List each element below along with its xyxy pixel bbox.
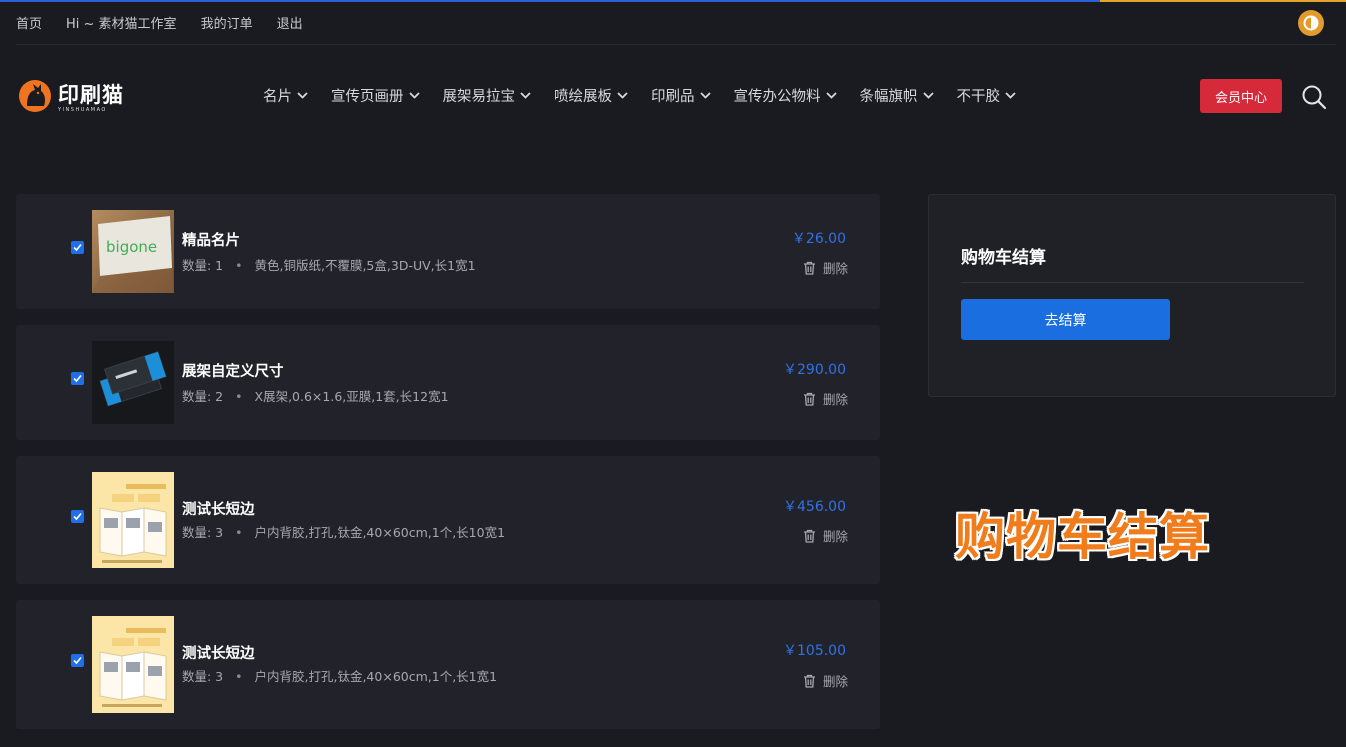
- nav-item-business-cards[interactable]: 名片: [263, 85, 308, 106]
- yellow-brochure-image: [92, 472, 174, 568]
- checkout-panel: 购物车结算 去结算: [928, 194, 1336, 397]
- chevron-down-icon: [1005, 92, 1016, 99]
- item-title: 精品名片: [182, 233, 240, 249]
- checkout-title: 购物车结算: [961, 248, 1046, 268]
- item-quantity: 数量: 3: [182, 525, 224, 540]
- trash-icon: [803, 261, 815, 275]
- product-thumbnail[interactable]: [92, 472, 174, 568]
- nav-item-label: 宣传页画册: [331, 89, 404, 105]
- nav-item-label: 印刷品: [651, 89, 695, 105]
- svg-text:bigone: bigone: [106, 238, 157, 256]
- nav-item-label: 不干胶: [956, 89, 1001, 105]
- item-price: ￥290.00: [783, 362, 846, 378]
- delete-label: 删除: [822, 529, 848, 544]
- top-link-logout[interactable]: 退出: [277, 13, 303, 32]
- item-spec: 户内背胶,打孔,钛金,40×60cm,1个,长10宽1: [254, 525, 506, 540]
- checkmark-icon: [73, 656, 82, 665]
- item-checkbox[interactable]: [71, 654, 84, 667]
- product-thumbnail[interactable]: [92, 616, 174, 713]
- yellow-brochure-image: [92, 616, 174, 713]
- nav-item-label: 名片: [263, 89, 292, 105]
- nav-item-display-stands[interactable]: 展架易拉宝: [443, 85, 532, 106]
- nav-item-office-supplies[interactable]: 宣传办公物料: [734, 85, 837, 106]
- checkmark-icon: [73, 512, 82, 521]
- logo-text: 印刷猫: [58, 82, 124, 107]
- item-checkbox[interactable]: [71, 372, 84, 385]
- cart-item: bigone 精品名片 数量: 1 • 黄色,铜版纸,不覆膜,5盒,3D-UV,长1…: [16, 194, 880, 309]
- overlay-caption: 购物车结算: [955, 508, 1210, 566]
- delete-label: 删除: [822, 674, 848, 689]
- item-meta: 数量: 3 • 户内背胶,打孔,钛金,40×60cm,1个,长10宽1: [182, 525, 506, 540]
- item-checkbox[interactable]: [71, 241, 84, 254]
- logo-subtext: YINSHUAMAO: [58, 107, 107, 113]
- item-price: ￥456.00: [783, 499, 846, 515]
- item-quantity: 数量: 3: [182, 669, 224, 684]
- nav-item-label: 宣传办公物料: [733, 89, 821, 105]
- trash-icon: [803, 529, 815, 543]
- item-meta: 数量: 2 • X展架,0.6×1.6,亚膜,1套,长12宽1: [182, 389, 449, 404]
- chevron-down-icon: [297, 92, 308, 99]
- chevron-down-icon: [922, 92, 934, 99]
- search-icon: [1302, 85, 1327, 110]
- item-spec: 户内背胶,打孔,钛金,40×60cm,1个,长1宽1: [254, 669, 498, 684]
- top-link-user-greeting[interactable]: Hi ~ 素材猫工作室: [66, 13, 177, 32]
- chevron-down-icon: [520, 92, 531, 99]
- nav-item-banners[interactable]: 条幅旗帜: [860, 85, 934, 106]
- nav-item-stickers[interactable]: 不干胶: [957, 85, 1017, 106]
- nav-item-brochures[interactable]: 宣传页画册: [331, 85, 420, 106]
- cart-item: 测试长短边 数量: 3 • 户内背胶,打孔,钛金,40×60cm,1个,长1宽1 ￥…: [16, 600, 880, 729]
- delete-button[interactable]: 删除: [803, 389, 848, 408]
- item-meta: 数量: 3 • 户内背胶,打孔,钛金,40×60cm,1个,长1宽1: [182, 669, 498, 684]
- nav-item-label: 喷绘展板: [554, 89, 612, 105]
- item-meta: 数量: 1 • 黄色,铜版纸,不覆膜,5盒,3D-UV,长1宽1: [182, 258, 476, 273]
- item-price: ￥26.00: [791, 231, 846, 247]
- delete-button[interactable]: 删除: [803, 671, 848, 690]
- nav-item-prints[interactable]: 印刷品: [651, 85, 711, 106]
- top-link-my-orders[interactable]: 我的订单: [201, 13, 253, 32]
- chevron-down-icon: [408, 92, 420, 99]
- item-quantity: 数量: 2: [182, 389, 224, 404]
- checkmark-icon: [73, 374, 82, 383]
- cart-item: 测试长短边 数量: 3 • 户内背胶,打孔,钛金,40×60cm,1个,长10宽1 …: [16, 456, 880, 584]
- delete-label: 删除: [822, 261, 848, 276]
- cat-logo-icon: [19, 80, 51, 112]
- delete-label: 删除: [822, 392, 848, 407]
- checkmark-icon: [73, 243, 82, 252]
- divider: [961, 282, 1304, 283]
- top-bar: 首页 Hi ~ 素材猫工作室 我的订单 退出: [16, 0, 1336, 45]
- delete-button[interactable]: 删除: [803, 258, 848, 277]
- item-quantity: 数量: 1: [182, 258, 224, 273]
- dark-cards-image: [92, 341, 174, 424]
- nav-item-label: 展架易拉宝: [442, 89, 516, 105]
- chevron-down-icon: [825, 92, 837, 99]
- chevron-down-icon: [617, 92, 628, 99]
- item-spec: X展架,0.6×1.6,亚膜,1套,长12宽1: [254, 389, 449, 404]
- item-title: 测试长短边: [182, 646, 255, 662]
- item-spec: 黄色,铜版纸,不覆膜,5盒,3D-UV,长1宽1: [254, 258, 476, 273]
- chevron-down-icon: [699, 92, 711, 99]
- delete-button[interactable]: 删除: [803, 526, 848, 545]
- item-price: ￥105.00: [783, 643, 846, 659]
- checkout-button[interactable]: 去结算: [961, 299, 1170, 340]
- item-title: 测试长短边: [182, 502, 255, 518]
- item-checkbox[interactable]: [71, 510, 84, 523]
- trash-icon: [803, 392, 815, 406]
- item-title: 展架自定义尺寸: [182, 364, 284, 380]
- card-photo-image: bigone: [92, 210, 174, 293]
- product-thumbnail[interactable]: bigone: [92, 210, 174, 293]
- member-center-button[interactable]: 会员中心: [1200, 79, 1282, 113]
- product-thumbnail[interactable]: [92, 341, 174, 424]
- theme-toggle-button[interactable]: [1298, 10, 1324, 36]
- site-logo[interactable]: 印刷猫 YINSHUAMAO: [16, 74, 128, 116]
- top-links: 首页 Hi ~ 素材猫工作室 我的订单 退出: [16, 13, 303, 32]
- contrast-icon: [1303, 15, 1319, 31]
- main-nav: 名片 宣传页画册 展架易拉宝 喷绘展板 印刷品 宣传办公物料 条幅旗帜 不干胶: [263, 85, 1039, 106]
- cart-item: 展架自定义尺寸 数量: 2 • X展架,0.6×1.6,亚膜,1套,长12宽1 ￥2…: [16, 325, 880, 440]
- trash-icon: [803, 674, 815, 688]
- search-button[interactable]: [1300, 83, 1328, 111]
- top-link-home[interactable]: 首页: [16, 13, 42, 32]
- nav-item-label: 条幅旗帜: [859, 89, 918, 105]
- nav-item-inkjet-boards[interactable]: 喷绘展板: [554, 85, 628, 106]
